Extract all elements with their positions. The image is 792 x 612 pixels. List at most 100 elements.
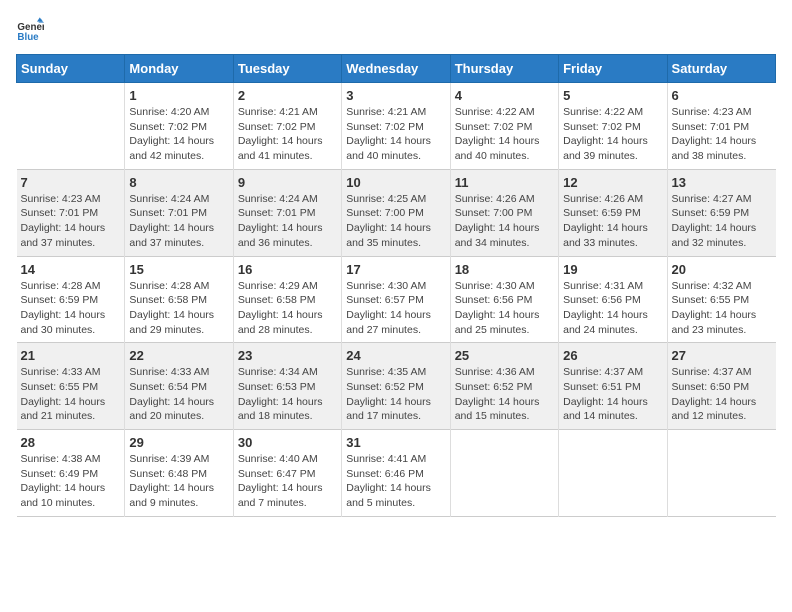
day-number: 19: [563, 262, 662, 277]
calendar-cell: 31 Sunrise: 4:41 AMSunset: 6:46 PMDayligh…: [342, 430, 450, 517]
day-info: Sunrise: 4:36 AMSunset: 6:52 PMDaylight:…: [455, 365, 554, 424]
day-header-thursday: Thursday: [450, 55, 558, 83]
day-info: Sunrise: 4:40 AMSunset: 6:47 PMDaylight:…: [238, 452, 337, 511]
day-info: Sunrise: 4:30 AMSunset: 6:56 PMDaylight:…: [455, 279, 554, 338]
calendar-cell: 5 Sunrise: 4:22 AMSunset: 7:02 PMDaylight…: [559, 83, 667, 170]
day-header-tuesday: Tuesday: [233, 55, 341, 83]
day-number: 10: [346, 175, 445, 190]
day-info: Sunrise: 4:32 AMSunset: 6:55 PMDaylight:…: [672, 279, 772, 338]
day-number: 17: [346, 262, 445, 277]
day-info: Sunrise: 4:33 AMSunset: 6:55 PMDaylight:…: [21, 365, 121, 424]
calendar-cell: 18 Sunrise: 4:30 AMSunset: 6:56 PMDayligh…: [450, 256, 558, 343]
day-info: Sunrise: 4:26 AMSunset: 7:00 PMDaylight:…: [455, 192, 554, 251]
calendar-cell: 22 Sunrise: 4:33 AMSunset: 6:54 PMDayligh…: [125, 343, 233, 430]
day-info: Sunrise: 4:23 AMSunset: 7:01 PMDaylight:…: [21, 192, 121, 251]
calendar-cell: [667, 430, 775, 517]
day-number: 16: [238, 262, 337, 277]
calendar-cell: 24 Sunrise: 4:35 AMSunset: 6:52 PMDayligh…: [342, 343, 450, 430]
calendar-cell: [450, 430, 558, 517]
day-info: Sunrise: 4:25 AMSunset: 7:00 PMDaylight:…: [346, 192, 445, 251]
calendar-cell: 30 Sunrise: 4:40 AMSunset: 6:47 PMDayligh…: [233, 430, 341, 517]
calendar-cell: 11Sunrise: 4:26 AMSunset: 7:00 PMDayligh…: [450, 169, 558, 256]
calendar-cell: 21 Sunrise: 4:33 AMSunset: 6:55 PMDayligh…: [17, 343, 125, 430]
calendar-table: SundayMondayTuesdayWednesdayThursdayFrid…: [16, 54, 776, 517]
day-number: 3: [346, 88, 445, 103]
calendar-cell: 12Sunrise: 4:26 AMSunset: 6:59 PMDayligh…: [559, 169, 667, 256]
calendar-cell: 10 Sunrise: 4:25 AMSunset: 7:00 PMDayligh…: [342, 169, 450, 256]
calendar-week-row: 1Sunrise: 4:20 AMSunset: 7:02 PMDaylight…: [17, 83, 776, 170]
day-number: 26: [563, 348, 662, 363]
day-number: 9: [238, 175, 337, 190]
day-number: 14: [21, 262, 121, 277]
day-number: 30: [238, 435, 337, 450]
day-info: Sunrise: 4:37 AMSunset: 6:51 PMDaylight:…: [563, 365, 662, 424]
calendar-cell: 8Sunrise: 4:24 AMSunset: 7:01 PMDaylight…: [125, 169, 233, 256]
day-info: Sunrise: 4:35 AMSunset: 6:52 PMDaylight:…: [346, 365, 445, 424]
day-info: Sunrise: 4:34 AMSunset: 6:53 PMDaylight:…: [238, 365, 337, 424]
calendar-cell: 9 Sunrise: 4:24 AMSunset: 7:01 PMDaylight…: [233, 169, 341, 256]
day-number: 23: [238, 348, 337, 363]
calendar-cell: [559, 430, 667, 517]
day-number: 18: [455, 262, 554, 277]
day-number: 21: [21, 348, 121, 363]
day-number: 25: [455, 348, 554, 363]
calendar-cell: 17 Sunrise: 4:30 AMSunset: 6:57 PMDayligh…: [342, 256, 450, 343]
calendar-cell: 26 Sunrise: 4:37 AMSunset: 6:51 PMDayligh…: [559, 343, 667, 430]
day-number: 28: [21, 435, 121, 450]
day-header-sunday: Sunday: [17, 55, 125, 83]
day-info: Sunrise: 4:29 AMSunset: 6:58 PMDaylight:…: [238, 279, 337, 338]
day-info: Sunrise: 4:21 AMSunset: 7:02 PMDaylight:…: [238, 105, 337, 164]
calendar-cell: 16 Sunrise: 4:29 AMSunset: 6:58 PMDayligh…: [233, 256, 341, 343]
day-header-saturday: Saturday: [667, 55, 775, 83]
calendar-cell: 27 Sunrise: 4:37 AMSunset: 6:50 PMDayligh…: [667, 343, 775, 430]
day-number: 22: [129, 348, 228, 363]
calendar-cell: 23 Sunrise: 4:34 AMSunset: 6:53 PMDayligh…: [233, 343, 341, 430]
svg-text:Blue: Blue: [17, 32, 39, 43]
calendar-cell: 28 Sunrise: 4:38 AMSunset: 6:49 PMDayligh…: [17, 430, 125, 517]
day-info: Sunrise: 4:26 AMSunset: 6:59 PMDaylight:…: [563, 192, 662, 251]
day-number: 31: [346, 435, 445, 450]
calendar-cell: 14 Sunrise: 4:28 AMSunset: 6:59 PMDayligh…: [17, 256, 125, 343]
day-info: Sunrise: 4:28 AMSunset: 6:58 PMDaylight:…: [129, 279, 228, 338]
page-header: General Blue: [16, 16, 776, 44]
day-number: 7: [21, 175, 121, 190]
calendar-cell: 29Sunrise: 4:39 AMSunset: 6:48 PMDayligh…: [125, 430, 233, 517]
calendar-cell: 7 Sunrise: 4:23 AMSunset: 7:01 PMDaylight…: [17, 169, 125, 256]
day-number: 20: [672, 262, 772, 277]
day-number: 29: [129, 435, 228, 450]
day-header-wednesday: Wednesday: [342, 55, 450, 83]
day-info: Sunrise: 4:21 AMSunset: 7:02 PMDaylight:…: [346, 105, 445, 164]
day-info: Sunrise: 4:27 AMSunset: 6:59 PMDaylight:…: [672, 192, 772, 251]
calendar-cell: 6Sunrise: 4:23 AMSunset: 7:01 PMDaylight…: [667, 83, 775, 170]
day-number: 6: [672, 88, 772, 103]
calendar-week-row: 21 Sunrise: 4:33 AMSunset: 6:55 PMDayligh…: [17, 343, 776, 430]
logo: General Blue: [16, 16, 48, 44]
calendar-week-row: 7 Sunrise: 4:23 AMSunset: 7:01 PMDaylight…: [17, 169, 776, 256]
day-number: 4: [455, 88, 554, 103]
day-number: 8: [129, 175, 228, 190]
day-header-friday: Friday: [559, 55, 667, 83]
day-number: 1: [129, 88, 228, 103]
day-header-monday: Monday: [125, 55, 233, 83]
day-info: Sunrise: 4:33 AMSunset: 6:54 PMDaylight:…: [129, 365, 228, 424]
calendar-cell: 19 Sunrise: 4:31 AMSunset: 6:56 PMDayligh…: [559, 256, 667, 343]
calendar-cell: 20 Sunrise: 4:32 AMSunset: 6:55 PMDayligh…: [667, 256, 775, 343]
calendar-cell: 4Sunrise: 4:22 AMSunset: 7:02 PMDaylight…: [450, 83, 558, 170]
day-number: 27: [672, 348, 772, 363]
day-info: Sunrise: 4:28 AMSunset: 6:59 PMDaylight:…: [21, 279, 121, 338]
day-number: 24: [346, 348, 445, 363]
day-info: Sunrise: 4:38 AMSunset: 6:49 PMDaylight:…: [21, 452, 121, 511]
day-info: Sunrise: 4:22 AMSunset: 7:02 PMDaylight:…: [563, 105, 662, 164]
day-info: Sunrise: 4:31 AMSunset: 6:56 PMDaylight:…: [563, 279, 662, 338]
calendar-cell: 13 Sunrise: 4:27 AMSunset: 6:59 PMDayligh…: [667, 169, 775, 256]
day-info: Sunrise: 4:24 AMSunset: 7:01 PMDaylight:…: [238, 192, 337, 251]
calendar-cell: 3 Sunrise: 4:21 AMSunset: 7:02 PMDaylight…: [342, 83, 450, 170]
day-info: Sunrise: 4:30 AMSunset: 6:57 PMDaylight:…: [346, 279, 445, 338]
day-info: Sunrise: 4:41 AMSunset: 6:46 PMDaylight:…: [346, 452, 445, 511]
day-number: 13: [672, 175, 772, 190]
calendar-header-row: SundayMondayTuesdayWednesdayThursdayFrid…: [17, 55, 776, 83]
calendar-cell: [17, 83, 125, 170]
calendar-cell: 2Sunrise: 4:21 AMSunset: 7:02 PMDaylight…: [233, 83, 341, 170]
day-number: 5: [563, 88, 662, 103]
day-info: Sunrise: 4:37 AMSunset: 6:50 PMDaylight:…: [672, 365, 772, 424]
